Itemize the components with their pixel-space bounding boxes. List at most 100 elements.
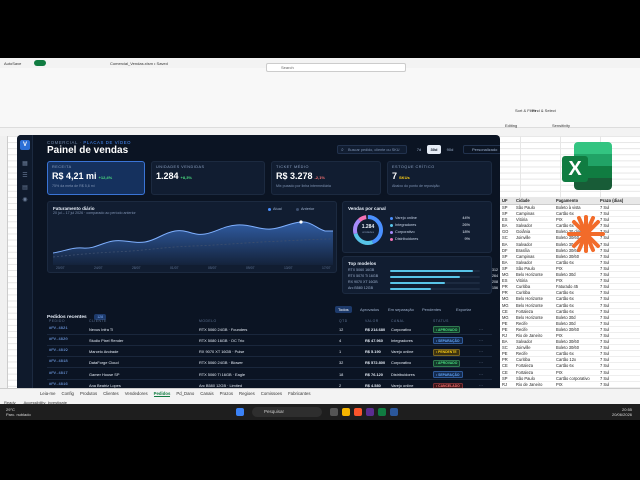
range-7d[interactable]: 7d [413, 145, 425, 154]
row-menu-icon[interactable]: ⋯ [479, 360, 483, 365]
row-menu-icon[interactable]: ⋯ [479, 338, 483, 343]
table-cell[interactable]: CE [500, 363, 514, 368]
table-cell[interactable]: Faturado 45 [554, 284, 598, 289]
table-cell[interactable]: SP [500, 254, 514, 259]
range-30d[interactable]: 30d [427, 145, 441, 154]
table-cell[interactable]: 7 Sul [598, 339, 628, 344]
taskbar-search[interactable]: Pesquisar [252, 407, 322, 417]
highlight-point[interactable] [299, 220, 303, 224]
table-cell[interactable]: MG [500, 315, 514, 320]
dashboard-search-input[interactable]: ⌕ Buscar pedido, cliente ou SKU [337, 145, 407, 154]
table-cell[interactable]: São Paulo [514, 205, 554, 210]
table-cell[interactable]: CE [500, 370, 514, 375]
sheet-tab[interactable]: Fabricantes [288, 391, 310, 396]
table-cell[interactable]: MG [500, 272, 514, 277]
table-cell[interactable]: São Paulo [514, 376, 554, 381]
table-cell[interactable]: Fortaleza [514, 370, 554, 375]
table-cell[interactable]: Campinas [514, 211, 554, 216]
table-cell[interactable]: 7 Sul [598, 303, 628, 308]
table-cell[interactable]: Salvador [514, 260, 554, 265]
table-cell[interactable]: 7 Sul [598, 376, 628, 381]
table-cell[interactable]: Cartão 6x [554, 290, 598, 295]
table-cell[interactable]: Belo Horizonte [514, 315, 554, 320]
top-model-row[interactable]: RTX 5060 16GB 312 [348, 268, 498, 273]
table-cell[interactable]: Fortaleza [514, 309, 554, 314]
table-cell[interactable]: 7 Sul [598, 260, 628, 265]
table-cell[interactable]: PIX [554, 278, 598, 283]
sheet-tab[interactable]: Config [62, 391, 74, 396]
table-cell[interactable]: Belo Horizonte [514, 296, 554, 301]
table-cell[interactable]: PE [500, 351, 514, 356]
table-cell[interactable]: Cartão 6x [554, 260, 598, 265]
table-cell[interactable]: 7 Sul [598, 254, 628, 259]
table-cell[interactable]: MG [500, 296, 514, 301]
table-cell[interactable]: Curitiba [514, 284, 554, 289]
table-cell[interactable]: Belo Horizonte [514, 303, 554, 308]
table-cell[interactable]: RJ [500, 382, 514, 387]
table-cell[interactable]: Recife [514, 351, 554, 356]
table-cell[interactable]: Fortaleza [514, 363, 554, 368]
users-icon[interactable]: ◉ [21, 197, 29, 203]
sheet-tab[interactable]: Leia-me [40, 391, 56, 396]
revenue-area-chart[interactable] [53, 217, 333, 265]
top-model-row[interactable]: RX 9070 XT 16GB 208 [348, 280, 498, 285]
order-id[interactable]: #PV-4817 [49, 372, 68, 376]
table-cell[interactable]: 7 Sul [598, 290, 628, 295]
kpi-card[interactable]: TICKET MÉDIO R$ 3.278 -2,1% Mix puxado por … [271, 161, 381, 195]
table-cell[interactable]: Vitória [514, 217, 554, 222]
table-cell[interactable]: Boleto 30d [554, 321, 598, 326]
table-cell[interactable]: 7 Sul [598, 266, 628, 271]
table-cell[interactable]: 7 Sul [598, 272, 628, 277]
column-header[interactable]: Cidade [514, 198, 554, 204]
table-cell[interactable]: 7 Sul [598, 382, 628, 387]
table-cell[interactable]: Cartão 6x [554, 351, 598, 356]
table-cell[interactable]: Rio de Janeiro [514, 382, 554, 387]
table-row[interactable]: #PV-4820 Studio Pixel Render RTX 5080 16GB… [47, 334, 492, 346]
kpi-card[interactable]: UNIDADES VENDIDAS 1.284 +8,3% [151, 161, 265, 195]
table-cell[interactable]: Salvador [514, 339, 554, 344]
filter-3[interactable]: Pendentes [419, 306, 444, 313]
filter-0[interactable]: Todos [335, 306, 352, 313]
table-cell[interactable]: Curitiba [514, 357, 554, 362]
table-cell[interactable]: ES [500, 217, 514, 222]
table-cell[interactable]: BA [500, 260, 514, 265]
table-cell[interactable]: 7 Sul [598, 284, 628, 289]
system-clock[interactable]: 20:55 20/06/2026 [612, 407, 632, 417]
table-cell[interactable]: Rio de Janeiro [514, 333, 554, 338]
sheet-tab[interactable]: Clientes [103, 391, 119, 396]
table-cell[interactable]: Salvador [514, 223, 554, 228]
autosave-toggle[interactable] [34, 60, 46, 66]
range-90d[interactable]: 90d [443, 145, 457, 154]
sheet-tab[interactable]: Pd_Dano [176, 391, 194, 396]
table-cell[interactable]: ES [500, 278, 514, 283]
table-cell[interactable]: PE [500, 327, 514, 332]
table-row[interactable]: #PV-4817 Gamer House SP RTX 5060 Ti 16GB ·… [47, 368, 492, 380]
table-cell[interactable]: MG [500, 303, 514, 308]
table-cell[interactable]: 7 Sul [598, 278, 628, 283]
sheet-tab[interactable]: Regioes [239, 391, 255, 396]
table-cell[interactable]: SC [500, 345, 514, 350]
table-cell[interactable]: PIX [554, 370, 598, 375]
sensitivity-button[interactable]: Sensitivity [552, 123, 570, 128]
table-cell[interactable]: SP [500, 376, 514, 381]
table-cell[interactable]: 7 Sul [598, 333, 628, 338]
channel-item[interactable]: Varejo online 44% [390, 216, 470, 220]
column-header[interactable]: Prazo (dias) [598, 198, 628, 204]
table-cell[interactable]: Recife [514, 327, 554, 332]
table-cell[interactable]: Boleto à vista [554, 205, 598, 210]
start-icon[interactable] [236, 408, 244, 416]
kpi-card[interactable]: ESTOQUE CRÍTICO 7 SKUs Abaixo do ponto de r… [387, 161, 492, 195]
table-cell[interactable]: Boleto 30/60 [554, 345, 598, 350]
table-cell[interactable]: PE [500, 321, 514, 326]
filter-1[interactable]: Aprovados [357, 306, 382, 313]
table-cell[interactable]: São Paulo [514, 266, 554, 271]
order-id[interactable]: #PV-4819 [49, 349, 68, 353]
table-cell[interactable]: Campinas [514, 254, 554, 259]
table-cell[interactable]: Boleto 30d [554, 315, 598, 320]
table-cell[interactable]: Cartão 6x [554, 363, 598, 368]
table-cell[interactable]: Joinville [514, 235, 554, 240]
row-menu-icon[interactable]: ⋯ [479, 327, 483, 332]
app-logo[interactable]: V [20, 140, 30, 150]
row-menu-icon[interactable]: ⋯ [479, 349, 483, 354]
top-model-row[interactable]: RTX 5070 Ti 16GB 264 [348, 274, 498, 279]
